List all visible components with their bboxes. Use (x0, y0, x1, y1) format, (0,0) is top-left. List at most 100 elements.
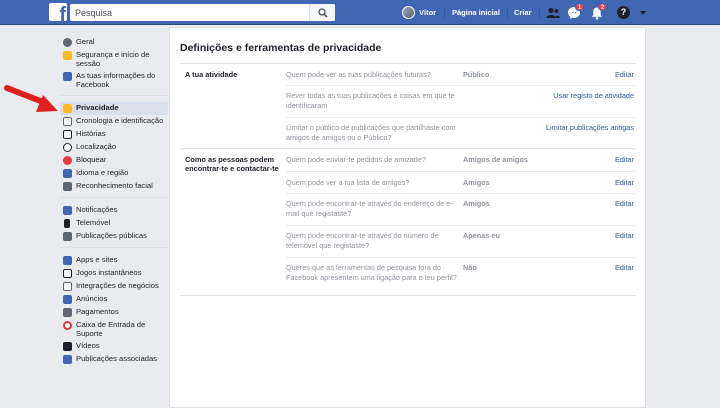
globe-icon (63, 206, 72, 215)
sidebar-item-label: Pagamentos (76, 307, 119, 316)
search-button[interactable] (309, 4, 335, 21)
profile-link[interactable]: Vítor (419, 8, 436, 17)
sidebar-item-location[interactable]: Localização (60, 141, 168, 154)
sidebar-item-timeline[interactable]: Cronologia e identificação (60, 115, 168, 128)
sidebar-item-public-posts[interactable]: Publicações públicas (60, 230, 168, 243)
row-value: Público (463, 70, 490, 79)
privacy-settings-panel: Definições e ferramentas de privacidade … (169, 27, 646, 408)
sidebar-item-payments[interactable]: Pagamentos (60, 306, 168, 319)
sidebar-group: Privacidade Cronologia e identificação H… (60, 102, 168, 198)
sidebar-item-label: Segurança e início de sessão (76, 50, 150, 68)
sidebar-item-label: Anúncios (76, 294, 108, 303)
divider (286, 117, 636, 118)
divider (286, 171, 636, 172)
sidebar-item-label: Publicações associadas (76, 354, 158, 363)
sidebar-item-block[interactable]: Bloquear (60, 154, 168, 167)
linked-publications-icon (63, 355, 72, 364)
account-menu-caret-icon[interactable] (640, 11, 646, 15)
edit-link[interactable]: Editar (615, 178, 634, 188)
row-value: Amigos (463, 178, 490, 187)
search-input[interactable] (70, 4, 310, 21)
home-link[interactable]: Página inicial (452, 8, 500, 17)
sidebar-item-label: Jogos instantâneos (76, 268, 142, 277)
limit-past-posts-link[interactable]: Limitar publicações antigas (546, 123, 634, 133)
game-controller-icon (63, 269, 72, 278)
lock-icon (63, 51, 72, 60)
gear-icon (63, 38, 72, 47)
sidebar-item-language[interactable]: Idioma e região (60, 167, 168, 180)
facebook-logo-icon[interactable]: f (49, 3, 67, 21)
sidebar-item-face-recognition[interactable]: Reconhecimento facial (60, 180, 168, 193)
facebook-icon (63, 72, 72, 81)
row-question: Queres que as ferramentas de pesquisa fo… (286, 263, 457, 282)
sidebar-item-support-inbox[interactable]: Caixa de Entrada de Suporte (60, 319, 168, 340)
divider (444, 7, 445, 18)
row-question: Limitar o público de publicações que par… (286, 123, 456, 142)
business-integrations-icon (63, 282, 72, 291)
edit-link[interactable]: Editar (615, 231, 634, 241)
sidebar-item-linked-publications[interactable]: Publicações associadas (60, 353, 168, 366)
row-question: Quem pode ver as tuas publicações futura… (286, 70, 431, 79)
divider (286, 85, 636, 86)
help-icon[interactable]: ? (617, 6, 630, 19)
section-your-activity: A tua atividade Quem pode ver as tuas pu… (180, 63, 636, 148)
rss-icon (63, 232, 72, 241)
create-link[interactable]: Criar (514, 8, 532, 17)
sidebar-item-ads[interactable]: Anúncios (60, 293, 168, 306)
divider (507, 7, 508, 18)
location-icon (63, 143, 72, 152)
section-how-people-find-you: Como as pessoas podem encontrar-te e con… (180, 148, 636, 295)
sidebar-item-apps[interactable]: Apps e sites (60, 254, 168, 267)
row-question: Quem pode enviar-te pedidos de amizade? (286, 155, 426, 164)
sidebar-item-label: Caixa de Entrada de Suporte (76, 320, 146, 338)
row-value: Amigos de amigos (463, 155, 528, 164)
sidebar-item-notifications[interactable]: Notificações (60, 204, 168, 217)
edit-link[interactable]: Editar (615, 155, 634, 165)
sidebar-item-label: Histórias (76, 129, 106, 138)
sidebar-item-label: Bloquear (76, 155, 107, 164)
apps-icon (63, 256, 72, 265)
ads-icon (63, 295, 72, 304)
sidebar-group: Notificações Telemóvel Publicações públi… (60, 204, 168, 248)
sidebar-item-mobile[interactable]: Telemóvel (60, 217, 168, 230)
block-icon (63, 156, 72, 165)
sidebar-item-privacy[interactable]: Privacidade (60, 102, 168, 115)
sidebar-group: Geral Segurança e início de sessão As tu… (60, 36, 168, 96)
mobile-phone-icon (64, 219, 70, 228)
sidebar-item-business-integrations[interactable]: Integrações de negócios (60, 280, 168, 293)
divider (286, 225, 636, 226)
sidebar-item-label: Reconhecimento facial (76, 181, 153, 190)
divider (539, 7, 540, 18)
sidebar-item-label: Integrações de negócios (76, 281, 159, 290)
avatar[interactable] (402, 6, 415, 19)
edit-link[interactable]: Editar (615, 263, 634, 273)
sidebar-item-security[interactable]: Segurança e início de sessão (60, 49, 168, 70)
sidebar-item-label: Geral (76, 37, 95, 46)
sidebar-item-videos[interactable]: Vídeos (60, 340, 168, 353)
friend-requests-icon[interactable] (546, 6, 560, 20)
sidebar-item-label: Notificações (76, 205, 118, 214)
sidebar-group: Apps e sites Jogos instantâneos Integraç… (60, 254, 168, 370)
privacy-lock-icon (63, 104, 72, 113)
section-title: Como as pessoas podem encontrar-te e con… (185, 155, 279, 173)
sidebar-item-geral[interactable]: Geral (60, 36, 168, 49)
search-icon (318, 8, 328, 18)
row-value: Amigos (463, 199, 490, 208)
sidebar-item-instant-games[interactable]: Jogos instantâneos (60, 267, 168, 280)
lifebuoy-icon (63, 321, 72, 330)
language-icon (63, 169, 72, 178)
edit-link[interactable]: Editar (615, 199, 634, 209)
face-recognition-icon (63, 182, 72, 191)
row-question: Rever todas as tuas publicações e coisas… (286, 91, 455, 110)
sidebar-item-label: Apps e sites (76, 255, 118, 264)
sidebar-item-stories[interactable]: Histórias (60, 128, 168, 141)
row-question: Quem pode encontrar-te através do número… (286, 231, 439, 250)
sidebar-item-your-information[interactable]: As tuas informações do Facebook (60, 70, 168, 91)
activity-log-link[interactable]: Usar registo de atividade (553, 91, 634, 101)
row-question: Quem pode encontrar-te através do endere… (286, 199, 453, 218)
page-title: Definições e ferramentas de privacidade (180, 42, 382, 54)
red-arrow-icon (4, 85, 58, 112)
edit-link[interactable]: Editar (615, 70, 634, 80)
sidebar-item-label: As tuas informações do Facebook (76, 71, 156, 89)
notifications-badge: 2 (598, 3, 608, 11)
